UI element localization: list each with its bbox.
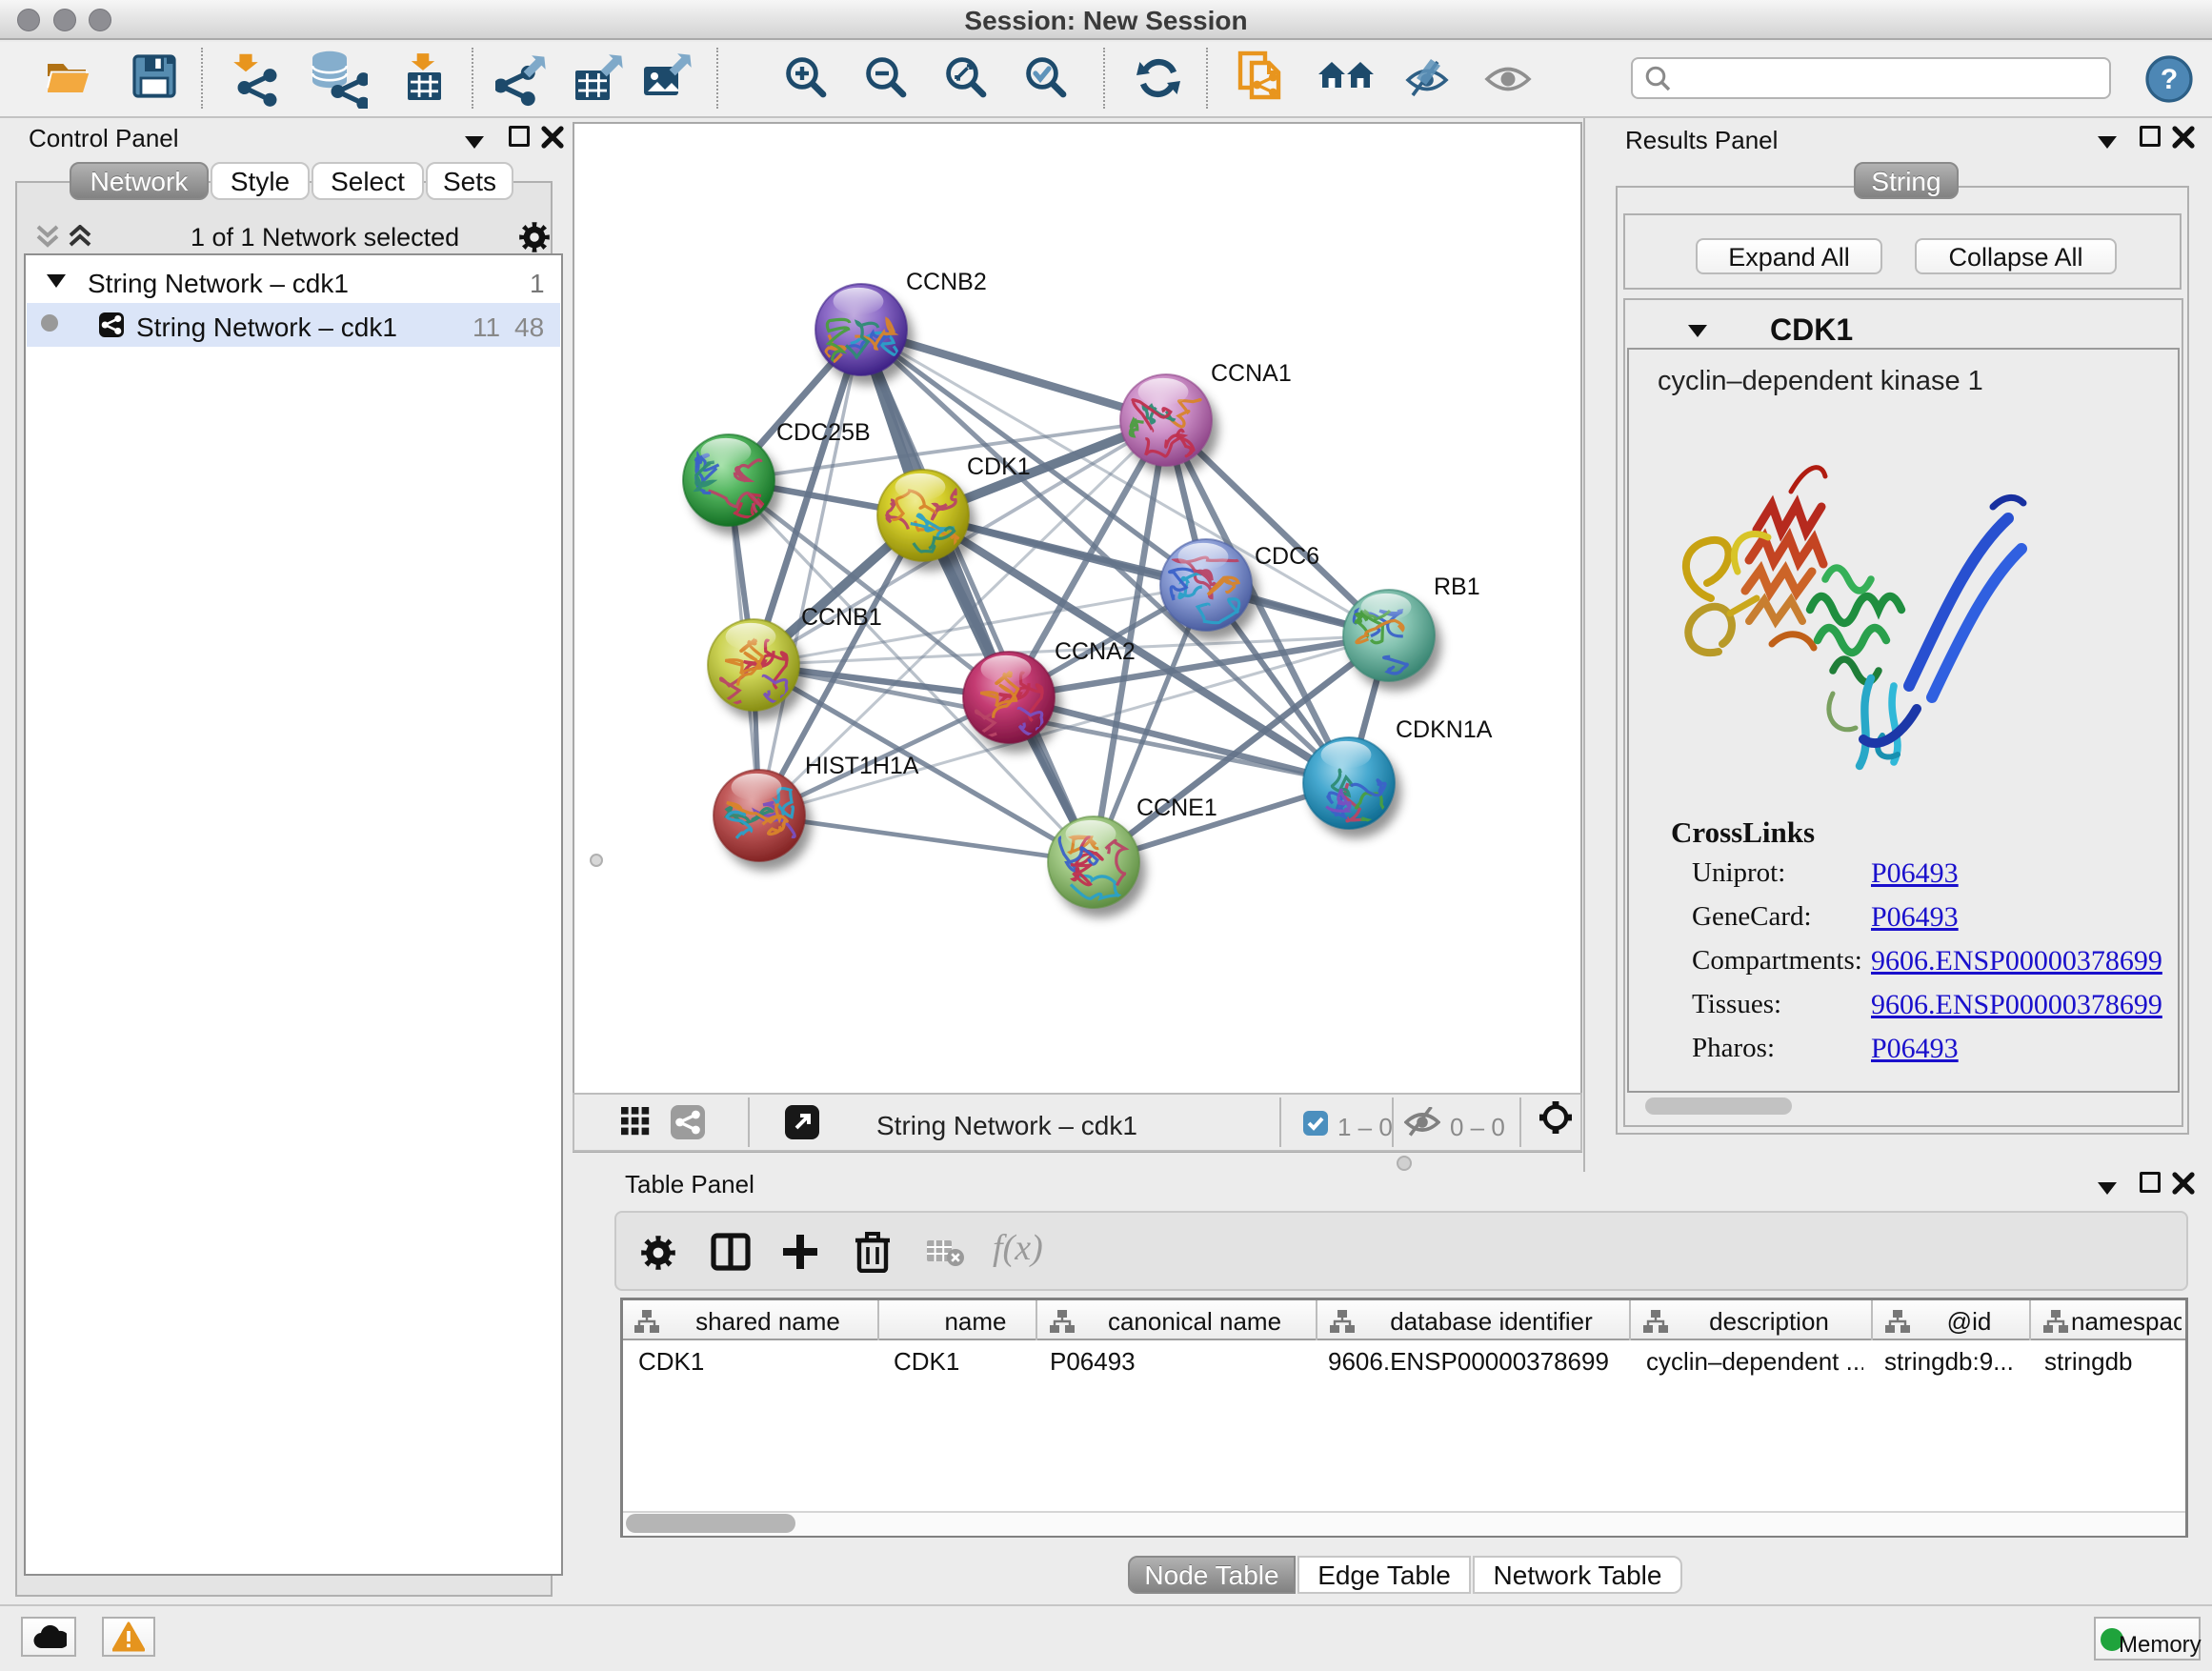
svg-text:CCNE1: CCNE1 <box>1136 795 1217 821</box>
svg-text:CDK1: CDK1 <box>967 453 1031 480</box>
svg-text:CDKN1A: CDKN1A <box>1396 716 1493 743</box>
svg-text:CCNB1: CCNB1 <box>801 604 882 631</box>
svg-text:CDC6: CDC6 <box>1255 543 1319 570</box>
svg-text:CCNA2: CCNA2 <box>1055 638 1136 665</box>
svg-text:RB1: RB1 <box>1434 574 1480 600</box>
svg-text:CCNA1: CCNA1 <box>1211 360 1292 387</box>
svg-text:CDC25B: CDC25B <box>776 419 871 446</box>
svg-text:?: ? <box>2161 64 2178 95</box>
svg-text:CCNB2: CCNB2 <box>906 269 987 295</box>
svg-text:HIST1H1A: HIST1H1A <box>805 753 919 779</box>
